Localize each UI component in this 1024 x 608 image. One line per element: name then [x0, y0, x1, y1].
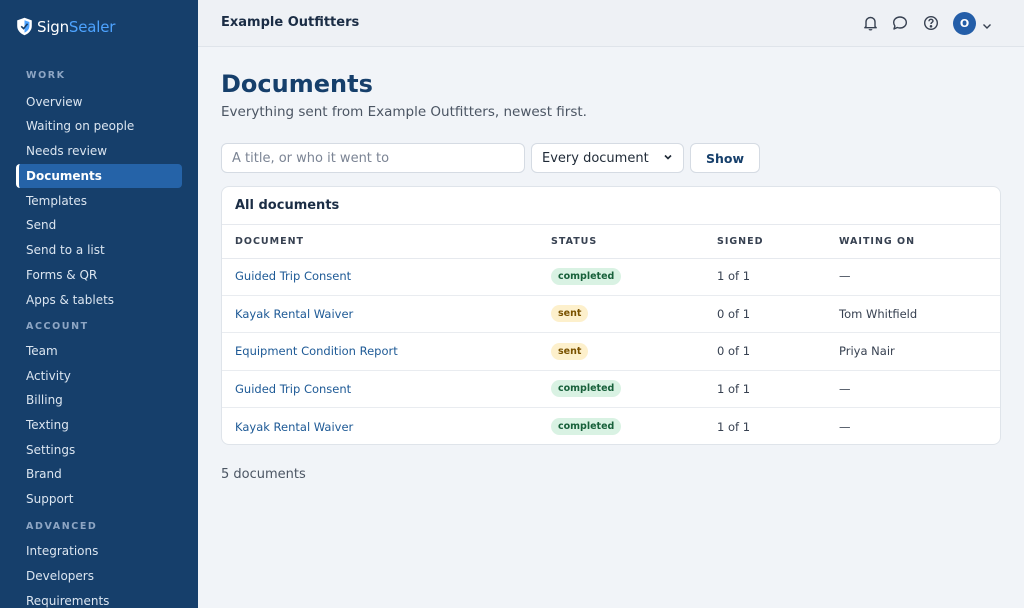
search-input[interactable] — [221, 143, 525, 173]
sidebar-item-send-to-a-list[interactable]: Send to a list — [16, 238, 182, 262]
nav-section-advanced: ADVANCED — [26, 521, 98, 532]
sidebar-item-integrations[interactable]: Integrations — [16, 539, 182, 563]
topbar: Example Outfitters O — [198, 0, 1024, 47]
signed-count: 0 of 1 — [717, 306, 751, 321]
table-row[interactable]: Equipment Condition Report sent 0 of 1 P… — [222, 333, 1000, 371]
column-header-signed[interactable]: SIGNED — [717, 236, 764, 247]
page-title: Documents — [221, 70, 373, 98]
table-row[interactable]: Guided Trip Consent completed 1 of 1 — — [222, 371, 1000, 408]
sidebar-item-activity[interactable]: Activity — [16, 364, 182, 388]
waiting-on: Tom Whitfield — [839, 306, 918, 321]
table-row[interactable]: Kayak Rental Waiver completed 1 of 1 — — [222, 408, 1000, 444]
sidebar: SignSealer WORK Overview Waiting on peop… — [0, 0, 198, 608]
sidebar-item-overview[interactable]: Overview — [16, 90, 182, 114]
org-name: Example Outfitters — [221, 15, 360, 30]
sidebar-item-developers[interactable]: Developers — [16, 564, 182, 588]
bell-icon[interactable] — [861, 14, 879, 32]
show-button[interactable]: Show — [690, 143, 760, 173]
document-link[interactable]: Guided Trip Consent — [235, 258, 351, 295]
document-count: 5 documents — [221, 467, 306, 482]
waiting-on: — — [839, 381, 851, 396]
brand-logo[interactable]: SignSealer — [16, 17, 115, 36]
signed-count: 1 of 1 — [717, 269, 751, 284]
sidebar-item-billing[interactable]: Billing — [16, 388, 182, 412]
table-header: DOCUMENT STATUS SIGNED WAITING ON — [222, 224, 1000, 259]
sidebar-item-documents[interactable]: Documents — [16, 164, 182, 188]
status-badge: sent — [551, 305, 589, 323]
nav-section-account: ACCOUNT — [26, 321, 89, 332]
sidebar-item-templates[interactable]: Templates — [16, 189, 182, 213]
signed-count: 0 of 1 — [717, 344, 751, 359]
sidebar-item-send[interactable]: Send — [16, 213, 182, 237]
document-link[interactable]: Equipment Condition Report — [235, 333, 398, 370]
sidebar-item-needs-review[interactable]: Needs review — [16, 139, 182, 163]
documents-table-card: All documents DOCUMENT STATUS SIGNED WAI… — [221, 186, 1001, 445]
status-badge: completed — [551, 418, 622, 436]
document-link[interactable]: Kayak Rental Waiver — [235, 408, 353, 444]
shield-icon — [16, 17, 33, 36]
sidebar-item-texting[interactable]: Texting — [16, 413, 182, 437]
document-link[interactable]: Kayak Rental Waiver — [235, 296, 353, 333]
table-row[interactable]: Kayak Rental Waiver sent 0 of 1 Tom Whit… — [222, 296, 1000, 333]
waiting-on: — — [839, 269, 851, 284]
waiting-on: Priya Nair — [839, 344, 895, 359]
sidebar-item-team[interactable]: Team — [16, 339, 182, 363]
chevron-down-icon[interactable] — [981, 17, 993, 29]
column-header-waiting-on[interactable]: WAITING ON — [839, 236, 915, 247]
sidebar-item-waiting-on-people[interactable]: Waiting on people — [16, 114, 182, 138]
signed-count: 1 of 1 — [717, 381, 751, 396]
sidebar-item-settings[interactable]: Settings — [16, 438, 182, 462]
waiting-on: — — [839, 419, 851, 434]
chevron-down-icon — [663, 151, 673, 166]
sidebar-item-brand[interactable]: Brand — [16, 462, 182, 486]
table-row[interactable]: Guided Trip Consent completed 1 of 1 — — [222, 258, 1000, 296]
filter-selected-value: Every document — [542, 150, 649, 166]
brand-name: SignSealer — [37, 17, 116, 36]
status-badge: completed — [551, 267, 622, 285]
document-link[interactable]: Guided Trip Consent — [235, 371, 351, 408]
sidebar-item-forms-qr[interactable]: Forms & QR — [16, 263, 182, 287]
status-badge: sent — [551, 342, 589, 360]
table-title: All documents — [235, 198, 340, 213]
status-badge: completed — [551, 380, 622, 398]
document-filter-select[interactable]: Every document — [531, 143, 684, 173]
sidebar-item-support[interactable]: Support — [16, 487, 182, 511]
signed-count: 1 of 1 — [717, 419, 751, 434]
column-header-document[interactable]: DOCUMENT — [235, 236, 304, 247]
sidebar-item-requirements[interactable]: Requirements — [16, 589, 182, 608]
column-header-status[interactable]: STATUS — [551, 236, 597, 247]
avatar[interactable]: O — [953, 12, 976, 35]
sidebar-item-apps-tablets[interactable]: Apps & tablets — [16, 288, 182, 312]
chat-icon[interactable] — [891, 14, 909, 32]
page-subtitle: Everything sent from Example Outfitters,… — [221, 104, 587, 120]
help-icon[interactable] — [922, 14, 940, 32]
nav-section-work: WORK — [26, 70, 66, 81]
